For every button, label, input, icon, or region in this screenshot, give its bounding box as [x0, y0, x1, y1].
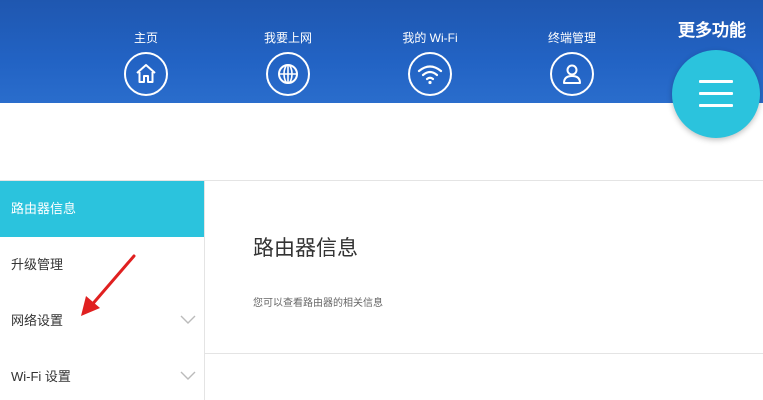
sidebar-item-label: 网络设置 [11, 313, 64, 328]
sidebar-item-label: Wi-Fi 设置 [11, 369, 71, 384]
sidebar-item-label: 路由器信息 [11, 201, 77, 216]
more-features-button[interactable] [672, 50, 760, 138]
sidebar-divider [204, 181, 205, 400]
nav-item-home[interactable]: 主页 [101, 30, 191, 96]
user-icon [550, 52, 594, 96]
nav-item-devices[interactable]: 终端管理 [527, 30, 617, 96]
more-features-label: 更多功能 [678, 21, 746, 40]
nav-item-label: 我的 Wi-Fi [402, 31, 458, 45]
nav-item-label: 我要上网 [263, 31, 312, 45]
annotation-arrow-icon [81, 254, 136, 316]
top-navigation-bar: 主页 我要上网 我的 Wi-Fi 终端管理 更多功能 [0, 0, 763, 103]
sidebar-item-router-info[interactable]: 路由器信息 [0, 181, 204, 237]
content-divider [205, 353, 763, 354]
nav-item-internet[interactable]: 我要上网 [243, 30, 333, 96]
sidebar-item-label: 升级管理 [11, 257, 64, 272]
nav-item-label: 主页 [133, 31, 158, 45]
sidebar-item-wifi-settings[interactable]: Wi-Fi 设置 [0, 349, 204, 400]
page-title: 路由器信息 [253, 237, 358, 260]
page-description: 您可以查看路由器的相关信息 [253, 298, 383, 309]
home-icon [124, 52, 168, 96]
nav-item-label: 终端管理 [547, 31, 596, 45]
chevron-down-icon [180, 315, 196, 324]
chevron-down-icon [180, 371, 196, 380]
globe-icon [266, 52, 310, 96]
menu-icon [699, 80, 733, 116]
nav-item-wifi[interactable]: 我的 Wi-Fi [385, 30, 475, 96]
wifi-icon [408, 52, 452, 96]
